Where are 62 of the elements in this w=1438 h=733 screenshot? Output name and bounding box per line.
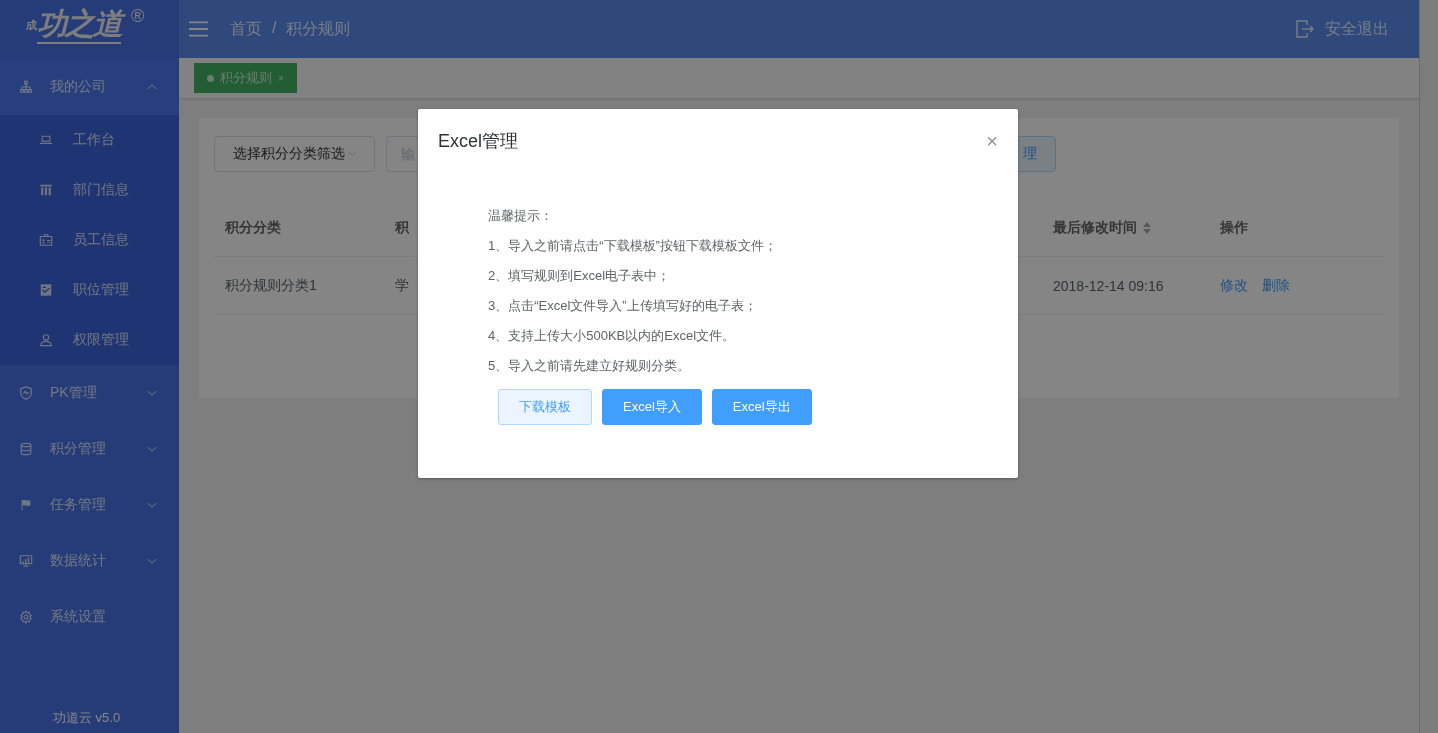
submenu-item[interactable]: 权限管理 [0,315,179,365]
chevron-down-icon [347,151,357,157]
version-label: 功道云 v5.0 [53,709,121,727]
sidebar-item[interactable]: 我的公司 [0,58,179,115]
clipboard-check-icon [39,283,53,297]
submenu-item[interactable]: 员工信息 [0,215,179,265]
settings-icon [19,610,33,624]
logout-icon [1295,19,1315,39]
action-link[interactable]: 修改 [1220,276,1248,295]
chevron-down-icon [147,389,157,397]
sidebar-item[interactable]: 数据统计 [0,533,179,589]
submenu-item[interactable]: 部门信息 [0,165,179,215]
breadcrumb-separator: / [272,18,277,38]
page-tab[interactable]: 积分规则 × [194,63,297,93]
tip-text: 4、支持上传大小500KB以内的Excel文件。 [488,327,737,345]
menu-icon[interactable] [189,21,208,37]
laptop-icon [39,133,53,147]
logout-button[interactable]: 安全退出 [1295,18,1389,40]
action-link[interactable]: 删除 [1262,276,1290,295]
table-cell-text: 2018-12-14 09:16 [1052,277,1164,294]
flag-icon [19,498,33,512]
dialog-button[interactable]: 下载模板 [498,389,592,425]
tip-text: 5、导入之前请先建立好规则分类。 [488,357,692,375]
columns-icon [39,183,53,197]
table-cell-text: 积分规则分类1 [224,276,317,295]
column-header: 最后修改时间 [1042,219,1151,237]
id-card-icon [39,233,53,247]
monitor-chart-icon [19,554,33,568]
chevron-down-icon [147,501,157,509]
chevron-up-icon [147,83,157,90]
column-header: 积分分类 [223,219,281,237]
column-header: 操作 [1219,219,1248,237]
tip-text: 1、导入之前请点击“下载模板”按钮下载模板文件； [488,237,778,255]
tip-text: 温馨提示： [488,207,554,225]
shield-icon [19,386,33,400]
breadcrumb-item[interactable]: 首页 [230,18,262,40]
sidebar-item[interactable]: PK管理 [0,365,179,421]
table-cell-text: 学 [394,276,409,295]
tip-text: 3、点击“Excel文件导入”上传填写好的电子表； [488,297,758,315]
sort-icon[interactable] [1143,222,1151,234]
sidebar-item[interactable]: 积分管理 [0,421,179,477]
tip-text: 2、填写规则到Excel电子表中； [488,267,672,285]
dialog-button[interactable]: Excel导出 [711,389,812,425]
chevron-down-icon [147,445,157,453]
database-icon [19,442,33,456]
logo-mark: 成 [26,19,37,31]
sidebar-item[interactable]: 系统设置 [0,589,179,645]
org-chart-icon [19,79,33,94]
user-icon [39,333,53,347]
sidebar-item[interactable]: 任务管理 [0,477,179,533]
dialog-title: Excel管理 [438,130,518,153]
submenu-item[interactable]: 工作台 [0,115,179,165]
breadcrumb-item[interactable]: 积分规则 [286,18,351,40]
submenu-item[interactable]: 职位管理 [0,265,179,315]
category-select[interactable]: 选择积分分类筛选 [214,136,375,172]
chevron-down-icon [147,557,157,565]
registered-mark: ® [131,6,145,27]
column-header: 积 [393,219,409,237]
dialog-button[interactable]: Excel导入 [602,389,702,425]
close-button[interactable]: × [986,131,998,151]
close-icon[interactable]: × [278,72,284,84]
status-dot [207,74,214,82]
